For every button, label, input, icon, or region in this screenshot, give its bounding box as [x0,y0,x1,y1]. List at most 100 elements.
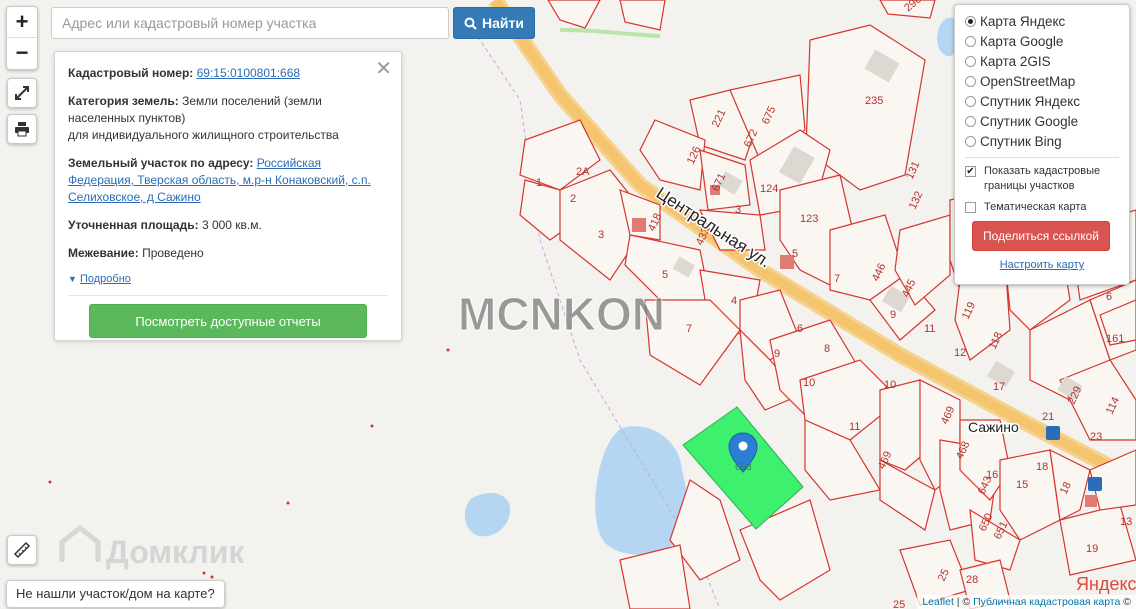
domklik-watermark: Домклик [106,534,245,570]
layer-option-label: Спутник Google [980,113,1079,129]
ruler-icon [13,541,31,559]
parcel-label: 235 [865,95,883,107]
close-icon[interactable]: ✕ [375,56,392,81]
parcel-label: 1 [536,177,542,189]
parcel-label: 2А [576,166,590,178]
parcel-label: 18 [1036,461,1048,473]
parcel-label: 7 [686,323,692,335]
parcel-label: 3 [735,204,741,216]
print-icon [15,122,29,137]
land-use-value: для индивидуального жилищного строительс… [68,128,339,142]
parcel-label: 123 [800,213,818,225]
layers-panel: Карта Яндекс Карта Google Карта 2GIS Ope… [954,4,1130,285]
parcel-label: 15 [1016,479,1028,491]
parcel-label: 25 [893,599,905,609]
zoom-in-button[interactable]: + [7,7,37,38]
radio-icon [965,35,976,47]
find-button[interactable]: Найти [453,7,535,39]
pkk-link[interactable]: Публичная кадастровая карта [973,596,1120,608]
area-value: 3 000 кв.м. [201,218,262,232]
configure-map-link[interactable]: Настроить карту [965,259,1119,271]
ruler-button[interactable] [7,535,37,565]
cadastral-number-link[interactable]: 69:15:0100801:668 [197,66,300,80]
layer-option-label: Карта Google [980,33,1064,49]
parcel-label: 12 [954,347,966,359]
divider [68,295,388,296]
layer-option[interactable]: Спутник Google [965,111,1129,131]
parcel-label: 8 [824,343,830,355]
layer-option[interactable]: Карта Яндекс [965,11,1129,31]
parcel-label: 13 [1120,516,1132,528]
attribution-end: © [1120,596,1131,608]
parcel-label: 10 [884,379,896,391]
parcel-label: 11 [849,421,860,433]
village-label: Сажино [968,419,1019,435]
expand-icon [15,86,29,100]
parcel-label: 161 [1106,333,1124,345]
layer-option-label: Спутник Яндекс [980,93,1081,109]
parcel-label: 9 [890,309,896,321]
radio-icon [965,135,976,147]
parcel-label: 4 [731,295,737,307]
parcel-label: 19 [1086,543,1098,555]
fullscreen-button[interactable] [7,78,37,108]
search-input[interactable] [51,7,449,39]
cadastral-number-label: Кадастровый номер: [68,66,194,80]
map-attribution: Leaflet | © Публичная кадастровая карта … [917,595,1136,609]
land-category-label: Категория земель: [68,94,179,108]
details-toggle[interactable]: ▼ Подробно [68,273,388,285]
show-borders-checkbox[interactable]: ✔ Показать кадастровые границы участков [965,164,1129,194]
leaflet-link[interactable]: Leaflet [922,596,954,608]
radio-icon [965,115,976,127]
checkbox-icon [965,202,976,213]
yandex-logo: Яндекс [1076,574,1136,594]
parcel-label: 2 [570,193,576,205]
parcel-label: 16 [986,469,998,481]
caret-down-icon: ▼ [68,274,77,284]
parcel-label: 17 [993,381,1005,393]
divider [965,157,1119,158]
layer-option-label: OpenStreetMap [980,73,1076,89]
survey-value: Проведено [142,246,204,260]
parcel-label: 11 [924,323,935,335]
watermark: MCNKON [458,288,665,340]
thematic-map-checkbox[interactable]: Тематическая карта [965,200,1129,215]
parcel-label: 668 [735,462,752,473]
layer-option-label: Спутник Bing [980,133,1062,149]
parcel-info-panel: ✕ Кадастровый номер: 69:15:0100801:668 К… [54,51,402,341]
parcel-label: 28 [966,574,978,586]
area-label: Уточненная площадь: [68,218,199,232]
parcel-label: 6 [797,323,803,335]
checkmark-icon: ✔ [965,166,976,177]
share-link-button[interactable]: Поделиться ссылкой [972,221,1110,251]
radio-selected-icon [965,15,976,27]
find-button-label: Найти [482,15,524,31]
survey-label: Межевание: [68,246,139,260]
view-reports-button[interactable]: Посмотреть доступные отчеты [89,304,367,338]
zoom-out-button[interactable]: − [7,38,37,68]
layer-option[interactable]: Карта Google [965,31,1129,51]
parcel-label: 3 [598,229,604,241]
parcel-label: 5 [792,248,798,260]
parcel-label: 23 [1090,431,1102,443]
radio-icon [965,75,976,87]
search-icon [464,17,477,30]
parcel-label: 124 [760,183,778,195]
not-found-button[interactable]: Не нашли участок/дом на карте? [6,580,225,608]
layer-option[interactable]: Спутник Яндекс [965,91,1129,111]
layer-option[interactable]: OpenStreetMap [965,71,1129,91]
parcel-label: 21 [1042,411,1054,423]
show-borders-label: Показать кадастровые границы участков [984,165,1101,192]
print-button[interactable] [7,114,37,144]
radio-icon [965,95,976,107]
layer-option[interactable]: Карта 2GIS [965,51,1129,71]
parcel-label: 6 [1106,291,1112,303]
parcel-label: 7 [834,273,840,285]
layer-option[interactable]: Спутник Bing [965,131,1129,151]
attribution-separator: | © [953,596,974,608]
parcel-label: 10 [803,377,815,389]
radio-icon [965,55,976,67]
thematic-map-label: Тематическая карта [984,201,1087,213]
address-label: Земельный участок по адресу: [68,156,254,170]
parcel-label: 9 [774,348,780,360]
